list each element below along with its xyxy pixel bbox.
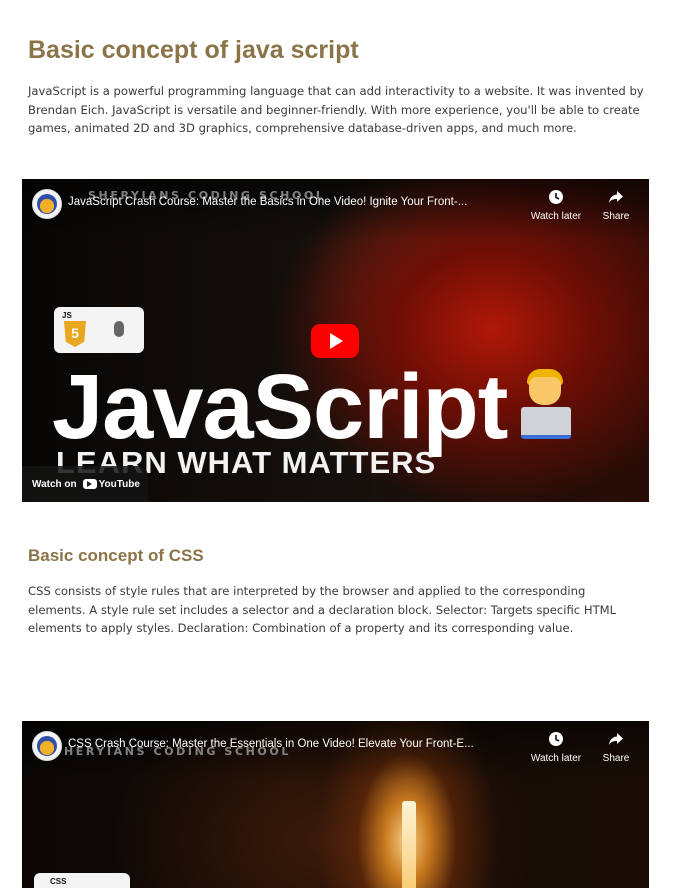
share-arrow-icon bbox=[609, 733, 623, 745]
play-button[interactable] bbox=[311, 324, 359, 358]
play-icon bbox=[330, 333, 343, 349]
channel-avatar-icon[interactable] bbox=[32, 189, 62, 219]
share-label: Share bbox=[602, 211, 630, 222]
section-title-css: Basic concept of CSS bbox=[28, 546, 204, 565]
thumbnail-badge-text: JS bbox=[62, 311, 72, 320]
watch-later-label: Watch later bbox=[530, 753, 582, 764]
section-description-javascript: JavaScript is a powerful programming lan… bbox=[28, 84, 644, 136]
share-label: Share bbox=[602, 753, 630, 764]
clock-icon bbox=[549, 190, 563, 204]
watch-on-youtube-button[interactable]: Watch on YouTube bbox=[22, 466, 148, 502]
thumbnail-badge-card: JS 5 bbox=[54, 307, 144, 353]
youtube-embed-css[interactable]: HERYIANS CODING SCHOOL CSS Crash Course:… bbox=[22, 721, 649, 888]
clock-icon bbox=[549, 732, 563, 746]
thumbnail-lamp bbox=[402, 801, 416, 888]
html5-shield-icon: 5 bbox=[64, 321, 86, 347]
watch-later-button[interactable]: Watch later bbox=[530, 731, 582, 764]
youtube-label: YouTube bbox=[98, 478, 140, 490]
watch-later-label: Watch later bbox=[530, 211, 582, 222]
watch-on-label: Watch on bbox=[32, 478, 77, 490]
share-button[interactable]: Share bbox=[590, 189, 642, 222]
watch-later-button[interactable]: Watch later bbox=[530, 189, 582, 222]
thumbnail-badge-text: CSS bbox=[50, 877, 67, 886]
thumbnail-badge-card: CSS bbox=[34, 873, 130, 888]
channel-avatar-icon[interactable] bbox=[32, 731, 62, 761]
thumbnail-headline: JavaScript bbox=[52, 356, 508, 458]
section-title-javascript: Basic concept of java script bbox=[28, 36, 359, 64]
video-title-link[interactable]: CSS Crash Course: Master the Essentials … bbox=[68, 738, 488, 750]
youtube-logo-icon: YouTube bbox=[82, 478, 140, 490]
section-description-css: CSS consists of style rules that are int… bbox=[28, 584, 617, 636]
developer-emoji-icon bbox=[517, 369, 575, 439]
video-title-link[interactable]: JavaScript Crash Course: Master the Basi… bbox=[68, 196, 488, 208]
youtube-embed-javascript[interactable]: SHERYIANS CODING SCHOOL JavaScript Crash… bbox=[22, 179, 649, 502]
share-button[interactable]: Share bbox=[590, 731, 642, 764]
share-arrow-icon bbox=[609, 191, 623, 203]
microphone-icon bbox=[114, 321, 124, 337]
